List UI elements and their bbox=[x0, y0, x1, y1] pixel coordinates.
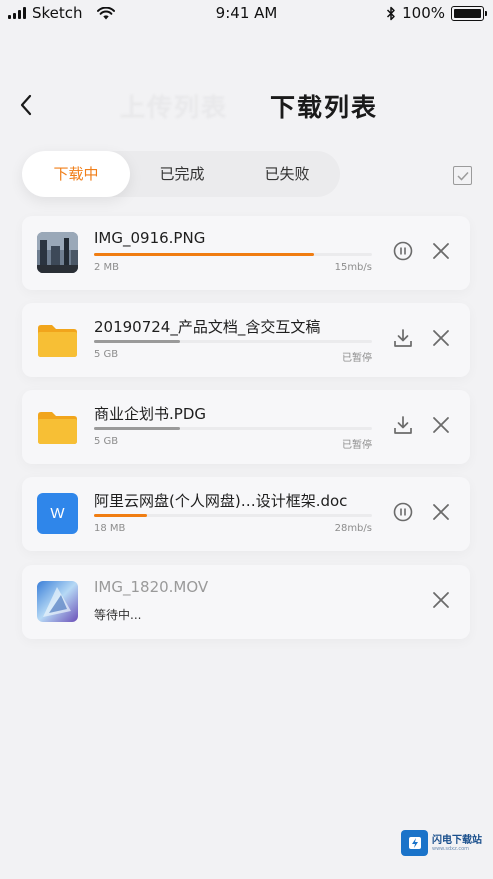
file-name: 商业企划书.PDG bbox=[94, 405, 206, 423]
download-icon bbox=[394, 416, 412, 434]
watermark-text-block: 闪电下载站 www.sdxz.com bbox=[432, 835, 482, 852]
word-doc-letter: W bbox=[50, 505, 65, 522]
word-doc-icon: W bbox=[37, 493, 78, 534]
download-speed: 15mb/s bbox=[334, 262, 372, 273]
watermark-text: 闪电下载站 bbox=[432, 834, 482, 846]
photo-thumbnail bbox=[37, 232, 78, 273]
folder-icon bbox=[37, 406, 78, 447]
video-thumbnail bbox=[37, 581, 78, 622]
pause-button[interactable] bbox=[392, 501, 414, 523]
download-speed: 28mb/s bbox=[334, 523, 372, 534]
select-all-button[interactable] bbox=[453, 166, 472, 185]
tab-failed[interactable]: 已失败 bbox=[234, 151, 340, 197]
progress-fill bbox=[94, 340, 181, 343]
status-right: 100% bbox=[386, 4, 487, 22]
download-status: 等待中... bbox=[94, 608, 142, 622]
watermark-url: www.sdxz.com bbox=[432, 845, 470, 852]
progress-bar bbox=[94, 514, 372, 517]
file-name: 阿里云网盘(个人网盘)…设计框架.doc bbox=[94, 492, 348, 510]
back-button[interactable] bbox=[14, 90, 38, 120]
close-icon bbox=[433, 504, 449, 520]
progress-fill bbox=[94, 253, 314, 256]
pause-icon bbox=[393, 502, 413, 522]
download-item[interactable]: 商业企划书.PDG 5 GB 已暂停 bbox=[22, 390, 470, 464]
cancel-button[interactable] bbox=[429, 500, 453, 524]
progress-fill bbox=[94, 427, 181, 430]
close-icon bbox=[433, 330, 449, 346]
file-size: 5 GB bbox=[94, 349, 119, 360]
download-icon bbox=[394, 329, 412, 347]
status-bar: Sketch 9:41 AM 100% bbox=[0, 0, 493, 28]
tab-upload-list[interactable]: 上传列表 bbox=[120, 88, 228, 124]
tab-completed[interactable]: 已完成 bbox=[130, 151, 234, 197]
file-size: 18 MB bbox=[94, 523, 126, 534]
file-size: 2 MB bbox=[94, 262, 120, 273]
close-icon bbox=[433, 417, 449, 433]
cancel-button[interactable] bbox=[429, 326, 453, 350]
progress-bar bbox=[94, 253, 372, 256]
bluetooth-icon bbox=[387, 6, 395, 20]
folder-icon bbox=[37, 319, 78, 360]
watermark-logo-icon bbox=[401, 830, 428, 856]
close-icon bbox=[433, 243, 449, 259]
page-title: 下载列表 bbox=[270, 93, 379, 122]
battery-percent: 100% bbox=[402, 4, 445, 22]
resume-download-button[interactable] bbox=[392, 414, 414, 436]
checkmark-icon bbox=[456, 171, 469, 181]
cancel-button[interactable] bbox=[429, 588, 453, 612]
battery-icon bbox=[451, 5, 487, 21]
close-icon bbox=[433, 592, 449, 608]
cancel-button[interactable] bbox=[429, 239, 453, 263]
download-item[interactable]: IMG_1820.MOV 等待中... bbox=[22, 565, 470, 639]
file-name: IMG_0916.PNG bbox=[94, 229, 206, 247]
download-status: 已暂停 bbox=[342, 353, 372, 364]
tab-downloading[interactable]: 下载中 bbox=[22, 151, 130, 197]
file-size: 5 GB bbox=[94, 436, 119, 447]
cancel-button[interactable] bbox=[429, 413, 453, 437]
pause-icon bbox=[393, 241, 413, 261]
progress-bar bbox=[94, 427, 372, 430]
status-filter-tabs: 下载中 已完成 已失败 bbox=[22, 151, 340, 197]
file-name: IMG_1820.MOV bbox=[94, 578, 209, 596]
progress-fill bbox=[94, 514, 147, 517]
download-status: 已暂停 bbox=[342, 440, 372, 451]
watermark: 闪电下载站 www.sdxz.com bbox=[401, 830, 482, 856]
pause-button[interactable] bbox=[392, 240, 414, 262]
resume-download-button[interactable] bbox=[392, 327, 414, 349]
file-name: 20190724_产品文档_含交互文稿 bbox=[94, 318, 321, 336]
chevron-left-icon bbox=[20, 94, 32, 116]
download-item[interactable]: 20190724_产品文档_含交互文稿 5 GB 已暂停 bbox=[22, 303, 470, 377]
progress-bar bbox=[94, 340, 372, 343]
download-item[interactable]: IMG_0916.PNG 2 MB 15mb/s bbox=[22, 216, 470, 290]
download-item[interactable]: W 阿里云网盘(个人网盘)…设计框架.doc 18 MB 28mb/s bbox=[22, 477, 470, 551]
